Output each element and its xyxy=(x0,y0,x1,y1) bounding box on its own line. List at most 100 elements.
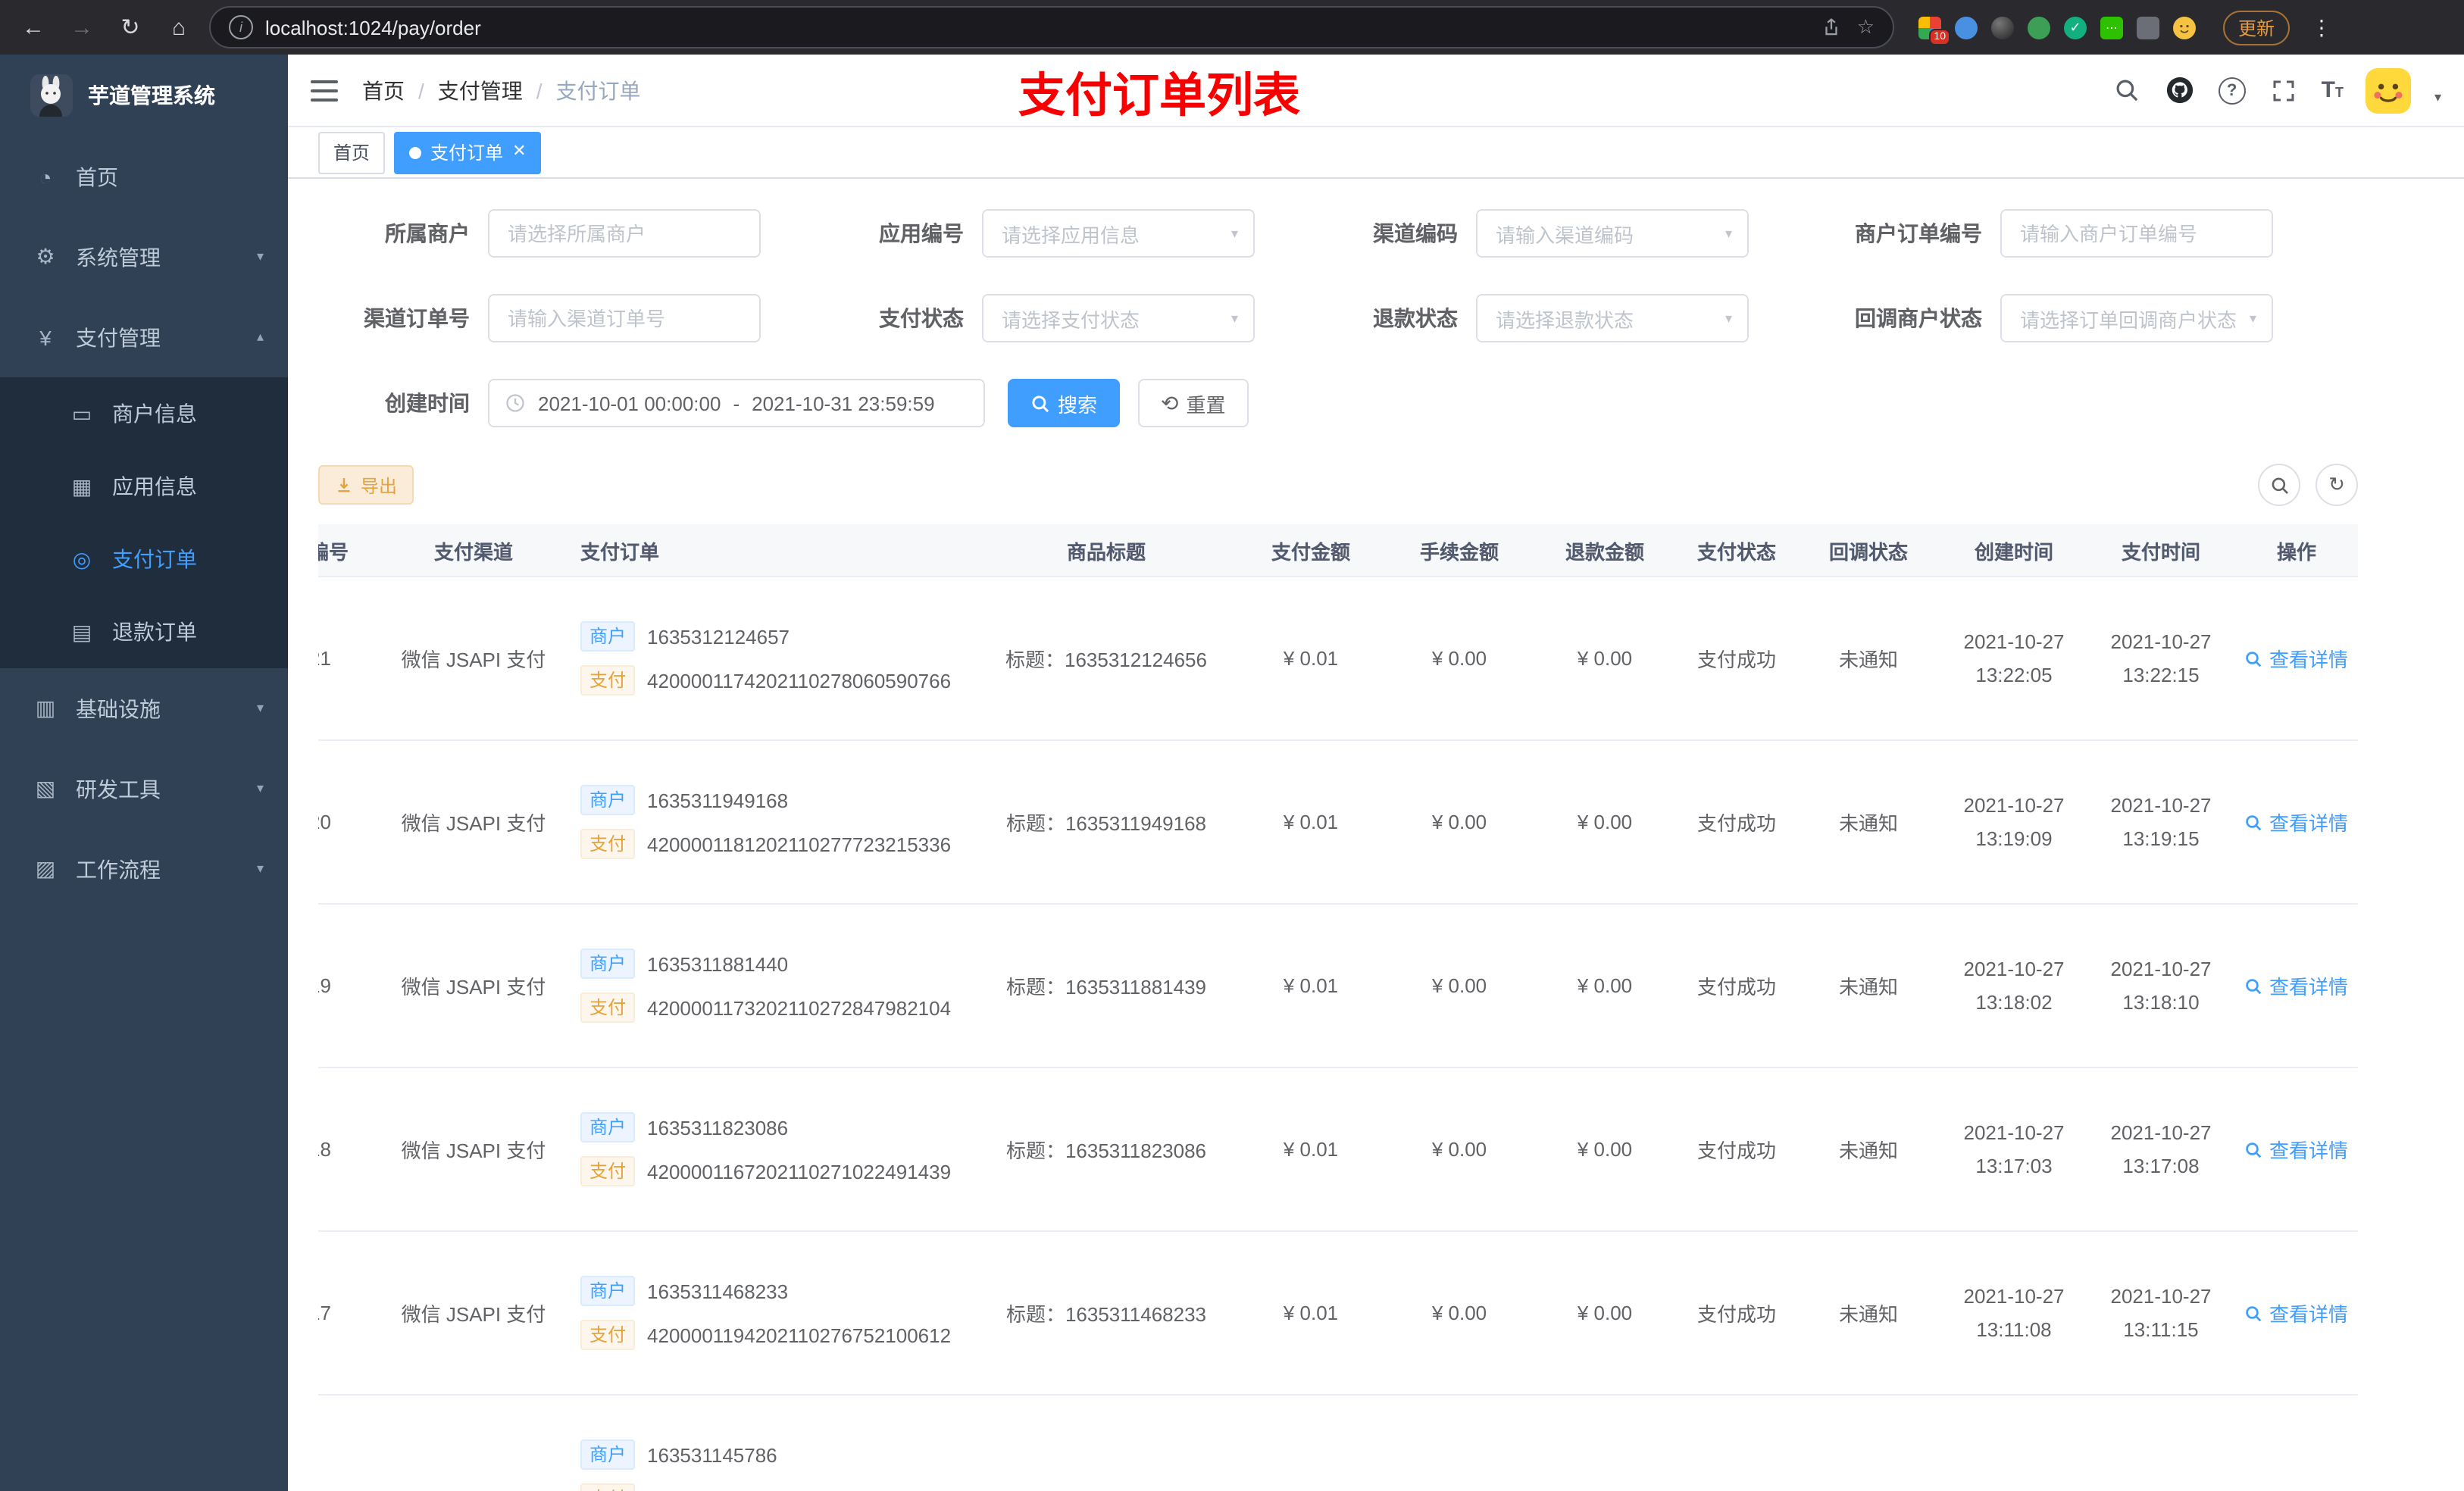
hamburger-icon[interactable] xyxy=(311,80,338,101)
address-bar[interactable]: i localhost:1024/pay/order ☆ xyxy=(209,6,1894,48)
page-content: 所属商户 应用编号 请选择应用信息▾ 渠道编码 请输入渠道编码▾ 商户订单编号 xyxy=(288,179,2464,1491)
merchant-input[interactable] xyxy=(488,209,761,258)
view-detail-link[interactable]: 查看详情 xyxy=(2245,808,2348,836)
search-icon xyxy=(2247,814,2262,830)
amount-cell: ¥ 0.01 xyxy=(1283,974,1339,997)
create-time-range-picker[interactable]: 2021-10-01 00:00:00 - 2021-10-31 23:59:5… xyxy=(488,379,985,427)
status-cell: 支付成功 xyxy=(1696,812,1776,835)
browser-menu-icon[interactable]: ⋮ xyxy=(2311,14,2334,40)
app-logo[interactable]: 芋道管理系统 xyxy=(0,55,288,136)
sidebar-item-home[interactable]: ◔ 首页 xyxy=(0,136,288,217)
chevron-down-icon: ▾ xyxy=(1724,310,1732,325)
tab-home[interactable]: 首页 xyxy=(318,131,386,173)
view-detail-link[interactable]: 查看详情 xyxy=(2245,1299,2348,1327)
notify-status-select[interactable]: 请选择订单回调商户状态 ▾ xyxy=(2000,294,2273,342)
start-date: 2021-10-01 00:00:00 xyxy=(538,392,721,414)
pay-tag: 支付 xyxy=(580,829,636,859)
range-separator: - xyxy=(733,392,740,414)
status-cell: 支付成功 xyxy=(1696,1303,1776,1326)
merchant-tag: 商户 xyxy=(580,1112,636,1142)
bookmark-star-icon[interactable]: ☆ xyxy=(1857,15,1875,39)
fee-cell: ¥ 0.00 xyxy=(1431,974,1487,997)
chrome-update-button[interactable]: 更新 xyxy=(2223,10,2290,45)
chevron-down-icon: ▾ xyxy=(256,248,264,264)
pay-status-select[interactable]: 请选择支付状态 ▾ xyxy=(982,294,1255,342)
pay-order-table: 编号 支付渠道 支付订单 商品标题 支付金额 手续金额 退款金额 支付状态 回调… xyxy=(318,524,2358,1491)
pay-channel-cell: 微信 JSAPI 支付 xyxy=(401,1139,546,1162)
sidebar-item-app-info[interactable]: ▦ 应用信息 xyxy=(0,450,288,523)
back-icon[interactable]: ← xyxy=(15,9,52,45)
breadcrumb-current: 支付订单 xyxy=(555,78,641,102)
extension-icon[interactable] xyxy=(1955,16,1978,39)
merchant-label: 所属商户 xyxy=(385,221,470,245)
breadcrumb-home[interactable]: 首页 xyxy=(362,75,405,105)
search-button[interactable]: 搜索 xyxy=(1008,379,1121,427)
status-cell: 支付成功 xyxy=(1696,649,1776,671)
refund-cell: ¥ 0.00 xyxy=(1577,811,1633,833)
extensions-puzzle-icon[interactable] xyxy=(2137,16,2159,39)
view-detail-link[interactable]: 查看详情 xyxy=(2245,644,2348,673)
active-dot-icon xyxy=(409,146,422,158)
home-icon[interactable]: ⌂ xyxy=(161,9,197,45)
title-cell: 标题：1635311881439 xyxy=(1005,976,1207,999)
view-detail-link[interactable]: 查看详情 xyxy=(2245,1135,2348,1164)
merchant-tag: 商户 xyxy=(580,785,636,815)
pay-time-cell: 2021-10-27 13:18:10 xyxy=(2110,957,2212,1013)
app-select[interactable]: 请选择应用信息 ▾ xyxy=(982,209,1255,258)
sidebar-item-system[interactable]: ⚙ 系统管理 ▾ xyxy=(0,217,288,297)
pay-tag: 支付 xyxy=(580,1156,636,1186)
toggle-search-button[interactable] xyxy=(2258,464,2300,506)
channel-order-no-input[interactable] xyxy=(488,294,761,342)
refund-cell: ¥ 0.00 xyxy=(1577,1138,1633,1161)
sidebar-item-pay-order[interactable]: ◎ 支付订单 xyxy=(0,523,288,595)
tab-pay-order[interactable]: 支付订单 ✕ xyxy=(394,131,542,173)
help-icon[interactable]: ? xyxy=(2218,77,2246,104)
refund-status-select[interactable]: 请选择退款状态 ▾ xyxy=(1476,294,1749,342)
breadcrumb: 首页 / 支付管理 / 支付订单 xyxy=(362,75,641,105)
chevron-up-icon: ▴ xyxy=(256,329,264,344)
extension-icon[interactable] xyxy=(1991,16,2014,39)
search-icon[interactable] xyxy=(2112,75,2143,105)
yen-icon: ¥ xyxy=(39,325,52,349)
channel-code-select[interactable]: 请输入渠道编码 ▾ xyxy=(1476,209,1749,258)
pay-time-cell: 2021-10-27 13:19:15 xyxy=(2110,793,2212,849)
export-button[interactable]: 导出 xyxy=(318,465,414,505)
screen: ← → ↻ ⌂ i localhost:1024/pay/order ☆ 10 … xyxy=(0,0,2464,1491)
avatar-caret-icon[interactable]: ▾ xyxy=(2434,89,2441,106)
sidebar-item-infrastructure[interactable]: ▥ 基础设施 ▾ xyxy=(0,668,288,749)
view-detail-link[interactable]: 查看详情 xyxy=(2245,971,2348,1000)
site-info-icon[interactable]: i xyxy=(229,15,253,39)
merchant-order-no-input[interactable] xyxy=(2000,209,2273,258)
refresh-table-button[interactable]: ↻ xyxy=(2315,464,2358,506)
profile-avatar-icon[interactable] xyxy=(2173,16,2196,39)
payment-submenu: ▭ 商户信息 ▦ 应用信息 ◎ 支付订单 ▤ 退款订单 xyxy=(0,377,288,668)
avatar[interactable] xyxy=(2366,67,2412,113)
share-icon[interactable] xyxy=(1822,17,1842,37)
extension-icon[interactable]: ⋯ xyxy=(2100,16,2123,39)
extension-icon[interactable]: 10 xyxy=(1918,16,1950,45)
sidebar-item-refund-order[interactable]: ▤ 退款订单 xyxy=(0,595,288,668)
close-icon[interactable]: ✕ xyxy=(512,143,526,161)
create-time-cell: 2021-10-27 13:19:09 xyxy=(1963,793,2065,849)
extension-icon[interactable] xyxy=(2028,16,2050,39)
refund-cell: ¥ 0.00 xyxy=(1577,1302,1633,1324)
sidebar-item-workflow[interactable]: ▨ 工作流程 ▾ xyxy=(0,829,288,909)
forward-icon[interactable]: → xyxy=(64,9,100,45)
table-row: 21 微信 JSAPI 支付 商户1635312124657 支付4200001… xyxy=(318,577,2358,741)
sidebar-item-dev-tools[interactable]: ▧ 研发工具 ▾ xyxy=(0,749,288,829)
refund-cell: ¥ 0.00 xyxy=(1577,974,1633,997)
merchant-tag: 商户 xyxy=(580,621,636,652)
fullscreen-icon[interactable] xyxy=(2269,75,2299,105)
extension-icon[interactable]: ✓ xyxy=(2064,16,2087,39)
reset-button[interactable]: ⟲ 重置 xyxy=(1138,379,1249,427)
title-cell: 标题：1635311949168 xyxy=(1005,812,1207,835)
reload-icon[interactable]: ↻ xyxy=(112,9,149,45)
table-row: 18 微信 JSAPI 支付 商户1635311823086 支付4200001… xyxy=(318,1068,2358,1232)
toolbox-icon: ▧ xyxy=(35,776,56,800)
page-title: 支付订单列表 xyxy=(1018,68,1300,121)
font-size-icon[interactable]: TT xyxy=(2322,77,2344,103)
github-icon[interactable] xyxy=(2165,75,2196,105)
sidebar-item-merchant-info[interactable]: ▭ 商户信息 xyxy=(0,377,288,450)
logo-image xyxy=(30,74,73,117)
sidebar-item-payment[interactable]: ¥ 支付管理 ▴ xyxy=(0,297,288,377)
